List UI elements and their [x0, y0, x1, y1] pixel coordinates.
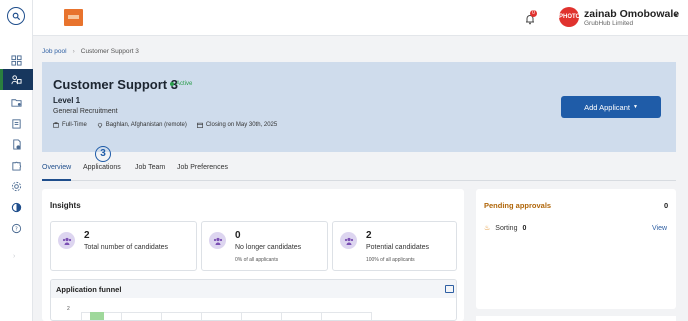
search-icon[interactable] [7, 7, 25, 25]
pending-approvals-card: Pending approvals 0 ♨ Sorting 0 View [476, 189, 676, 309]
collapse-sidebar-icon[interactable]: › [13, 253, 15, 260]
pending-approvals-count: 0 [664, 201, 669, 210]
add-applicant-label: Add Applicant [584, 102, 630, 112]
people-icon [209, 232, 226, 249]
stat-value: 2 [366, 230, 372, 241]
funnel-gridline [281, 312, 282, 320]
users-icon[interactable] [11, 74, 22, 85]
funnel-header: Application funnel [51, 280, 456, 298]
stat-value: 0 [235, 230, 241, 241]
funnel-gridline [121, 312, 122, 320]
funnel-gridline [81, 312, 371, 313]
job-header: Customer Support 3 Active Level 1 Genera… [42, 62, 676, 152]
tab-job-preferences[interactable]: Job Preferences [177, 163, 228, 181]
funnel-gridline [201, 312, 202, 320]
stat-potential-candidates: 2 Potential candidates 100% of all appli… [332, 221, 457, 271]
job-meta: Full-Time Baghlan, Afghanistan (remote) … [53, 122, 277, 128]
view-link[interactable]: View [652, 225, 667, 232]
stat-label: Potential candidates [366, 244, 430, 251]
status-dot-icon [170, 82, 174, 86]
applications-count-badge: 3 [95, 146, 111, 162]
caret-down-icon: ▼ [632, 104, 638, 110]
job-closing: Closing on May 30th, 2025 [196, 122, 278, 128]
sidebar: ? › [0, 0, 33, 321]
job-type: Full-Time [53, 122, 87, 128]
image-icon[interactable] [445, 285, 454, 293]
funnel-y-tick: 2 [67, 306, 70, 312]
location-pin-icon [97, 122, 102, 128]
pending-row-sorting: ♨ Sorting 0 [484, 224, 527, 233]
calendar-icon [196, 122, 203, 128]
breadcrumb: Job pool › Customer Support 3 [42, 48, 139, 55]
sorting-icon: ♨ [484, 225, 491, 232]
stat-subtext: 0% of all applicants [235, 257, 279, 263]
funnel-bar [90, 312, 104, 320]
job-location: Baghlan, Afghanistan (remote) [97, 122, 187, 128]
job-location-text: Baghlan, Afghanistan (remote) [105, 122, 187, 128]
stat-value: 2 [84, 230, 90, 241]
pending-approvals-title: Pending approvals [484, 201, 552, 210]
stat-total-candidates: 2 Total number of candidates [50, 221, 197, 271]
job-type-text: Full-Time [62, 122, 87, 128]
insights-title: Insights [50, 201, 81, 210]
funnel-title: Application funnel [56, 285, 122, 294]
chevron-down-icon[interactable]: ▼ [673, 13, 679, 19]
funnel-gridline [81, 312, 82, 320]
stat-no-longer-candidates: 0 No longer candidates 0% of all applica… [201, 221, 328, 271]
status-text: Active [176, 81, 193, 87]
insights-card: Insights 2 Total number of candidates 0 … [42, 189, 464, 321]
funnel-gridline [371, 312, 372, 320]
stat-label: No longer candidates [235, 244, 302, 251]
theme-icon[interactable] [11, 202, 22, 213]
people-icon [340, 232, 357, 249]
chevron-right-icon: › [72, 48, 75, 55]
briefcase-icon [53, 122, 59, 128]
pending-row-label: Sorting [495, 224, 518, 232]
help-icon[interactable]: ? [11, 223, 22, 234]
funnel-gridline [241, 312, 242, 320]
document-check-icon[interactable] [11, 139, 22, 150]
settings-icon[interactable] [11, 181, 22, 192]
job-department: General Recruitment [53, 108, 118, 115]
folder-user-icon[interactable] [11, 97, 22, 108]
tab-applications[interactable]: Applications [83, 163, 121, 181]
stat-subtext: 100% of all applicants [366, 257, 415, 263]
breadcrumb-current: Customer Support 3 [80, 48, 139, 55]
tab-overview[interactable]: Overview [42, 163, 72, 181]
application-funnel: Application funnel 2 [50, 279, 457, 321]
secondary-card [476, 316, 676, 321]
funnel-gridline [321, 312, 322, 320]
clipboard-icon[interactable] [11, 118, 22, 129]
add-applicant-button[interactable]: Add Applicant ▼ [561, 96, 661, 118]
user-company: GrubHub Limited [584, 20, 634, 27]
pending-row-count: 0 [522, 224, 527, 232]
company-logo [64, 9, 83, 26]
topbar: 0 PHOTO zainab Omobowale GrubHub Limited… [33, 0, 688, 36]
page-title: Customer Support 3 [53, 77, 178, 92]
tab-job-team[interactable]: Job Team [135, 163, 165, 181]
people-icon [58, 232, 75, 249]
notification-badge: 0 [530, 10, 537, 17]
user-name[interactable]: zainab Omobowale [584, 8, 679, 20]
avatar[interactable]: PHOTO [559, 7, 580, 27]
breadcrumb-job-pool[interactable]: Job pool [42, 48, 67, 55]
dashboard-icon[interactable] [11, 55, 22, 66]
tab-bar: Overview Applications Job Team Job Prefe… [42, 163, 676, 181]
status-badge: Active [170, 81, 192, 87]
stat-label: Total number of candidates [84, 244, 169, 251]
job-level: Level 1 [53, 96, 81, 105]
job-closing-text: Closing on May 30th, 2025 [205, 122, 278, 128]
funnel-gridline [161, 312, 162, 320]
puzzle-icon[interactable] [11, 160, 22, 171]
svg-text:?: ? [15, 227, 18, 233]
